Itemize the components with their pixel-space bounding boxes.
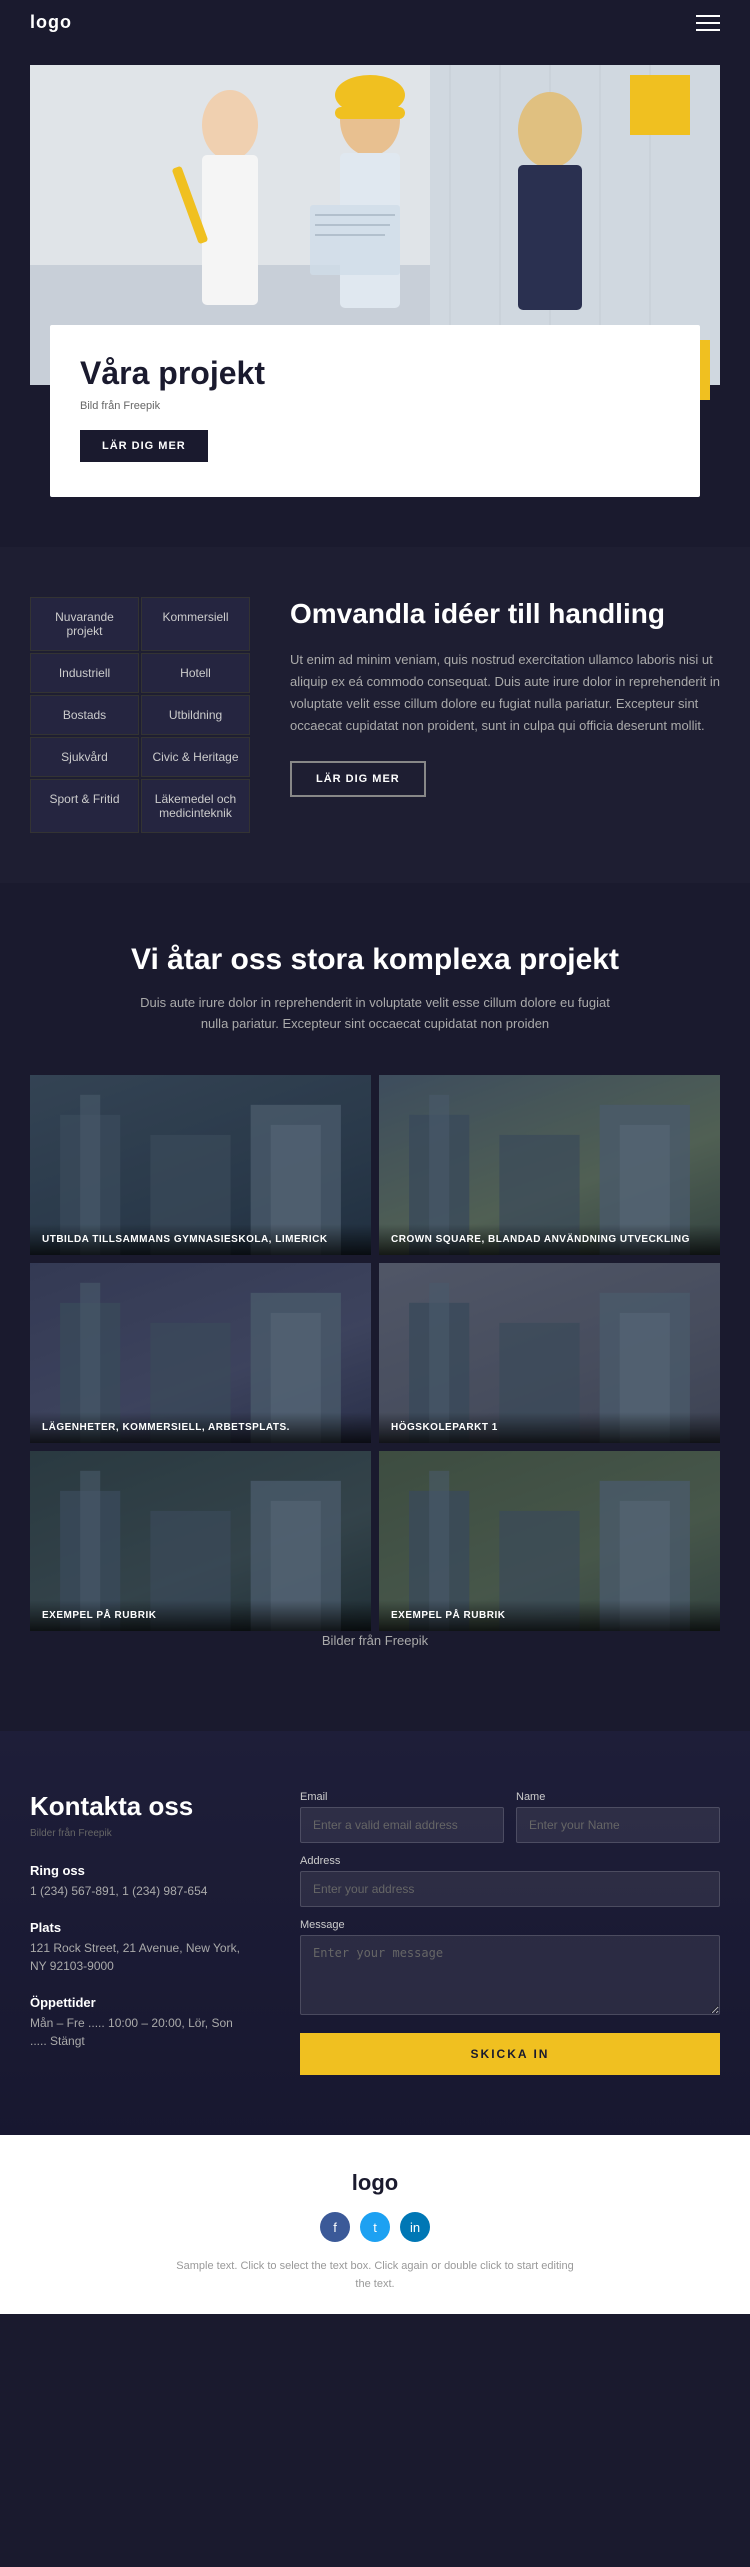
- hero-section: Våra projekt Bild från Freepik LÄR DIG M…: [0, 45, 750, 547]
- email-group: Email: [300, 1791, 504, 1843]
- message-field[interactable]: [300, 1935, 720, 2015]
- submit-button[interactable]: SKICKA IN: [300, 2033, 720, 2075]
- project-item-commercial[interactable]: Kommersiell: [141, 597, 250, 651]
- hero-cta-button[interactable]: LÄR DIG MER: [80, 430, 208, 462]
- name-label: Name: [516, 1791, 720, 1803]
- project-item-pharma[interactable]: Läkemedel och medicinteknik: [141, 779, 250, 833]
- project-item-healthcare[interactable]: Sjukvård: [30, 737, 139, 777]
- project-item-industrial[interactable]: Industriell: [30, 653, 139, 693]
- form-row-1: Email Name: [300, 1791, 720, 1843]
- name-group: Name: [516, 1791, 720, 1843]
- projects-body: Ut enim ad minim veniam, quis nostrud ex…: [290, 649, 720, 737]
- form-row-3: Message: [300, 1919, 720, 2015]
- footer: logo f t in Sample text. Click to select…: [0, 2135, 750, 2313]
- projects-section: Nuvarande projektKommersiellIndustriellH…: [0, 547, 750, 883]
- contact-form: Email Name Address Message: [300, 1791, 720, 2075]
- contact-phone-label: Ring oss: [30, 1863, 250, 1878]
- footer-note: Sample text. Click to select the text bo…: [175, 2258, 575, 2293]
- contact-address-group: Plats 121 Rock Street, 21 Avenue, New Yo…: [30, 1920, 250, 1975]
- complex-heading: Vi åtar oss stora komplexa projekt: [30, 943, 720, 977]
- complex-section: Vi åtar oss stora komplexa projekt Duis …: [0, 883, 750, 1731]
- header: logo: [0, 0, 750, 45]
- facebook-icon[interactable]: f: [320, 2212, 350, 2242]
- gallery-item-g5[interactable]: EXEMPEL PÅ RUBRIK: [30, 1451, 371, 1631]
- contact-address-label: Plats: [30, 1920, 250, 1935]
- gallery-item-g6[interactable]: EXEMPEL PÅ RUBRIK: [379, 1451, 720, 1631]
- contact-inner: Kontakta oss Bilder från Freepik Ring os…: [30, 1791, 720, 2075]
- contact-left: Kontakta oss Bilder från Freepik Ring os…: [30, 1791, 250, 2075]
- menu-button[interactable]: [696, 15, 720, 31]
- contact-phone-numbers: 1 (234) 567-891, 1 (234) 987-654: [30, 1882, 250, 1900]
- hero-title: Våra projekt: [80, 355, 670, 392]
- contact-heading: Kontakta oss: [30, 1791, 250, 1822]
- name-field[interactable]: [516, 1807, 720, 1843]
- projects-cta-button[interactable]: LÄR DIG MER: [290, 761, 426, 797]
- linkedin-icon[interactable]: in: [400, 2212, 430, 2242]
- project-item-civic[interactable]: Civic & Heritage: [141, 737, 250, 777]
- contact-address: 121 Rock Street, 21 Avenue, New York, NY…: [30, 1939, 250, 1975]
- gallery-title-g6: EXEMPEL PÅ RUBRIK: [391, 1610, 708, 1621]
- gallery-item-g4[interactable]: HÖGSKOLEPARKT 1: [379, 1263, 720, 1443]
- gallery-title-g3: LÄGENHETER, KOMMERSIELL, ARBETSPLATS.: [42, 1422, 359, 1433]
- gallery-item-g1[interactable]: UTBILDA TILLSAMMANS GYMNASIESKOLA, LIMER…: [30, 1075, 371, 1255]
- complex-body: Duis aute irure dolor in reprehenderit i…: [125, 993, 625, 1035]
- gallery-title-g4: HÖGSKOLEPARKT 1: [391, 1422, 708, 1433]
- message-label: Message: [300, 1919, 720, 1931]
- project-item-education[interactable]: Utbildning: [141, 695, 250, 735]
- project-item-sport[interactable]: Sport & Fritid: [30, 779, 139, 833]
- gallery-item-g3[interactable]: LÄGENHETER, KOMMERSIELL, ARBETSPLATS.: [30, 1263, 371, 1443]
- contact-hours: Mån – Fre ..... 10:00 – 20:00, Lör, Son …: [30, 2014, 250, 2050]
- address-group: Address: [300, 1855, 720, 1907]
- email-label: Email: [300, 1791, 504, 1803]
- contact-freepik: Bilder från Freepik: [30, 1828, 250, 1839]
- project-item-current[interactable]: Nuvarande projekt: [30, 597, 139, 651]
- gallery-title-g1: UTBILDA TILLSAMMANS GYMNASIESKOLA, LIMER…: [42, 1234, 359, 1245]
- projects-content: Omvandla idéer till handling Ut enim ad …: [290, 597, 720, 833]
- header-logo: logo: [30, 12, 72, 33]
- gallery-title-g2: CROWN SQUARE, BLANDAD ANVÄNDNING UTVECKL…: [391, 1234, 708, 1245]
- gallery-title-g5: EXEMPEL PÅ RUBRIK: [42, 1610, 359, 1621]
- projects-gallery: UTBILDA TILLSAMMANS GYMNASIESKOLA, LIMER…: [30, 1075, 720, 1631]
- gallery-item-g2[interactable]: CROWN SQUARE, BLANDAD ANVÄNDNING UTVECKL…: [379, 1075, 720, 1255]
- hero-image-credit: Bild från Freepik: [80, 400, 670, 412]
- hero-card: Våra projekt Bild från Freepik LÄR DIG M…: [50, 325, 700, 497]
- contact-hours-label: Öppettider: [30, 1995, 250, 2010]
- projects-grid: Nuvarande projektKommersiellIndustriellH…: [30, 597, 250, 833]
- projects-heading: Omvandla idéer till handling: [290, 597, 720, 631]
- message-group: Message: [300, 1919, 720, 2015]
- project-item-hotel[interactable]: Hotell: [141, 653, 250, 693]
- contact-section: Kontakta oss Bilder från Freepik Ring os…: [0, 1731, 750, 2135]
- contact-hours-group: Öppettider Mån – Fre ..... 10:00 – 20:00…: [30, 1995, 250, 2050]
- contact-phone-group: Ring oss 1 (234) 567-891, 1 (234) 987-65…: [30, 1863, 250, 1900]
- address-field[interactable]: [300, 1871, 720, 1907]
- form-row-2: Address: [300, 1855, 720, 1907]
- email-field[interactable]: [300, 1807, 504, 1843]
- project-item-residential[interactable]: Bostads: [30, 695, 139, 735]
- address-form-label: Address: [300, 1855, 720, 1867]
- gallery-freepik-note: Bilder från Freepik: [125, 1631, 625, 1652]
- twitter-icon[interactable]: t: [360, 2212, 390, 2242]
- yellow-accent-top: [630, 75, 690, 135]
- footer-logo: logo: [30, 2170, 720, 2196]
- social-icons: f t in: [30, 2212, 720, 2242]
